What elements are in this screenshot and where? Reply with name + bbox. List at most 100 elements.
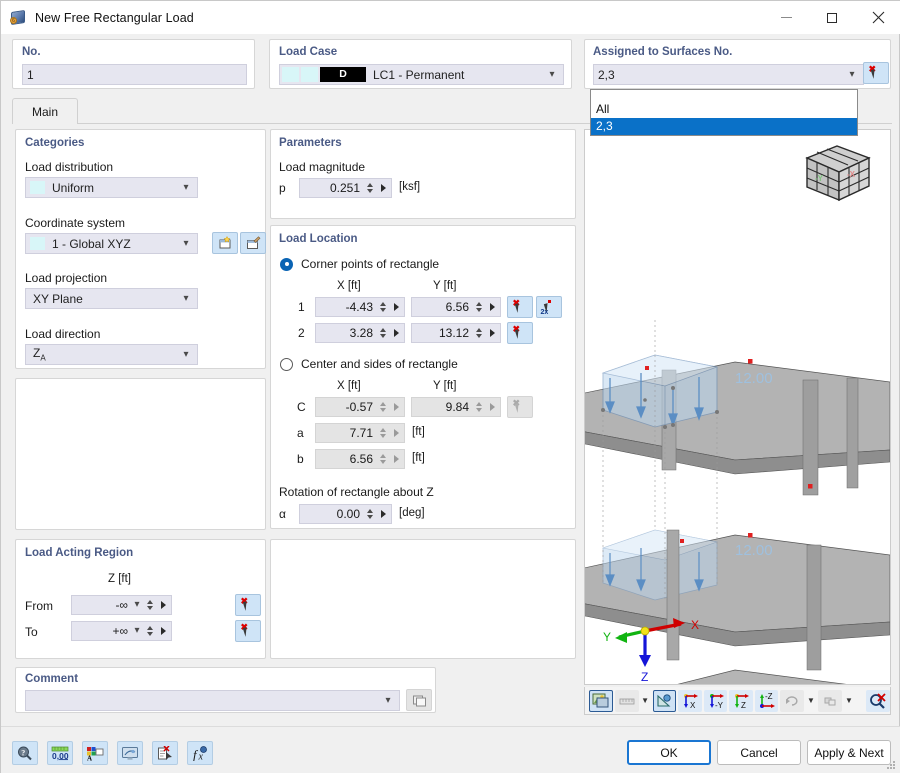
units-icon[interactable]: 0,00: [47, 741, 73, 765]
apply-arrow-icon[interactable]: [390, 403, 402, 411]
stepper-icon[interactable]: [144, 623, 155, 639]
apply-arrow-icon[interactable]: [157, 601, 169, 609]
view-x-button[interactable]: X: [678, 689, 702, 712]
chevron-down-icon[interactable]: ▾: [130, 600, 144, 610]
corner-row-2-pick-button[interactable]: ✖: [507, 322, 533, 344]
rotation-input[interactable]: 0.00: [299, 504, 392, 524]
stepper-icon[interactable]: [473, 325, 484, 341]
tab-main[interactable]: Main: [12, 98, 78, 124]
stepper-icon[interactable]: [377, 451, 388, 467]
from-value: -∞: [115, 598, 128, 612]
corner-points-radio-row[interactable]: Corner points of rectangle: [280, 257, 439, 271]
deselect-zoom-button[interactable]: [866, 689, 891, 712]
chevron-down-icon[interactable]: ▾: [179, 238, 193, 249]
stepper-icon[interactable]: [473, 299, 484, 315]
edit-coordinate-system-button[interactable]: [240, 232, 266, 254]
center-y-input[interactable]: 9.84: [411, 397, 501, 417]
coordinate-system-combo[interactable]: 1 - Global XYZ ▾: [25, 233, 198, 254]
comment-pick-icon[interactable]: [152, 741, 178, 765]
ruler-dropdown-caret-icon[interactable]: ▼: [640, 696, 651, 705]
model-viewport[interactable]: 12.00 12.00 -Y -X X Y Z: [584, 129, 891, 685]
corner-row-2-y-input[interactable]: 13.12: [411, 323, 501, 343]
chevron-down-icon[interactable]: ▾: [845, 69, 859, 80]
corner-pick-two-points-button[interactable]: 2x: [536, 296, 562, 318]
cancel-button[interactable]: Cancel: [717, 740, 801, 765]
corner-points-radio[interactable]: [280, 257, 293, 271]
to-value-input[interactable]: +∞ ▾: [71, 621, 172, 641]
to-pick-button[interactable]: ✖: [235, 620, 261, 642]
side-b-input[interactable]: 6.56: [315, 449, 405, 469]
apply-arrow-icon[interactable]: [390, 455, 402, 463]
apply-arrow-icon[interactable]: [377, 510, 389, 518]
apply-arrow-icon[interactable]: [486, 329, 498, 337]
chevron-down-icon[interactable]: ▾: [130, 626, 144, 636]
apply-next-button[interactable]: Apply & Next: [807, 740, 891, 765]
ruler-button[interactable]: [614, 689, 639, 712]
from-value-input[interactable]: -∞ ▾: [71, 595, 172, 615]
apply-arrow-icon[interactable]: [486, 403, 498, 411]
center-sides-radio-row[interactable]: Center and sides of rectangle: [280, 357, 458, 371]
stepper-icon[interactable]: [377, 425, 388, 441]
load-projection-combo[interactable]: XY Plane ▾: [25, 288, 198, 309]
stepper-icon[interactable]: [377, 399, 388, 415]
measure-button[interactable]: [652, 689, 677, 712]
stepper-icon[interactable]: [144, 597, 155, 613]
new-coordinate-system-button[interactable]: [212, 232, 238, 254]
stepper-icon[interactable]: [364, 506, 375, 522]
center-sides-radio[interactable]: [280, 357, 293, 371]
rotate-dropdown-caret-icon[interactable]: ▼: [805, 696, 816, 705]
apply-arrow-icon[interactable]: [390, 329, 402, 337]
assigned-surfaces-combo[interactable]: 2,3 ▾: [593, 64, 864, 85]
help-search-icon[interactable]: ?: [12, 741, 38, 765]
minimize-icon[interactable]: [763, 1, 809, 34]
view-z-button[interactable]: Z: [729, 689, 753, 712]
comment-input[interactable]: ▾: [25, 690, 400, 711]
formula-icon[interactable]: f x: [187, 741, 213, 765]
corner-row-1-x-input[interactable]: -4.43: [315, 297, 405, 317]
ok-button[interactable]: OK: [627, 740, 711, 765]
stepper-icon[interactable]: [473, 399, 484, 415]
corner-row-1-pick-button[interactable]: ✖: [507, 296, 533, 318]
stepper-icon[interactable]: [364, 180, 375, 196]
dropdown-option-all[interactable]: All: [591, 101, 857, 118]
corner-row-1-y-input[interactable]: 6.56: [411, 297, 501, 317]
load-distribution-combo[interactable]: Uniform ▾: [25, 177, 198, 198]
comment-copy-button[interactable]: [406, 689, 432, 711]
stepper-icon[interactable]: [377, 325, 388, 341]
load-direction-combo[interactable]: ZA ▾: [25, 344, 198, 365]
chevron-down-icon[interactable]: ▾: [545, 69, 559, 80]
select-surfaces-pick-button[interactable]: ✖: [863, 62, 889, 84]
apply-arrow-icon[interactable]: [377, 184, 389, 192]
chevron-down-icon[interactable]: ▾: [179, 349, 193, 360]
side-a-input[interactable]: 7.71: [315, 423, 405, 443]
render-mode-button[interactable]: [589, 689, 613, 712]
rotate-button[interactable]: [780, 689, 805, 712]
apply-arrow-icon[interactable]: [157, 627, 169, 635]
maximize-icon[interactable]: [809, 1, 855, 34]
apply-arrow-icon[interactable]: [390, 429, 402, 437]
close-icon[interactable]: [855, 1, 900, 34]
load-case-combo[interactable]: D LC1 - Permanent ▾: [279, 64, 564, 85]
center-x-input[interactable]: -0.57: [315, 397, 405, 417]
pan-button[interactable]: [818, 689, 843, 712]
assigned-surfaces-dropdown-list[interactable]: All 2,3: [590, 89, 858, 136]
display-properties-icon[interactable]: [117, 741, 143, 765]
pan-dropdown-caret-icon[interactable]: ▼: [843, 696, 854, 705]
chevron-down-icon[interactable]: ▾: [179, 293, 193, 304]
chevron-down-icon[interactable]: ▾: [381, 695, 395, 706]
corner-row-2-x-input[interactable]: 3.28: [315, 323, 405, 343]
apply-arrow-icon[interactable]: [486, 303, 498, 311]
apply-arrow-icon[interactable]: [390, 303, 402, 311]
number-input[interactable]: 1: [22, 64, 247, 85]
view-minus-y-button[interactable]: -Y: [703, 689, 728, 712]
stepper-icon[interactable]: [377, 299, 388, 315]
resize-grip[interactable]: [886, 760, 896, 770]
center-pick-button[interactable]: ✖: [507, 396, 533, 418]
from-pick-button[interactable]: ✖: [235, 594, 261, 616]
font-display-icon[interactable]: A: [82, 741, 108, 765]
chevron-down-icon[interactable]: ▾: [179, 182, 193, 193]
load-magnitude-input[interactable]: 0.251: [299, 178, 392, 198]
navigation-cube[interactable]: -Y -X: [803, 142, 873, 204]
view-minus-z-button[interactable]: -Z: [754, 689, 779, 712]
dropdown-option-selected[interactable]: 2,3: [591, 118, 857, 135]
